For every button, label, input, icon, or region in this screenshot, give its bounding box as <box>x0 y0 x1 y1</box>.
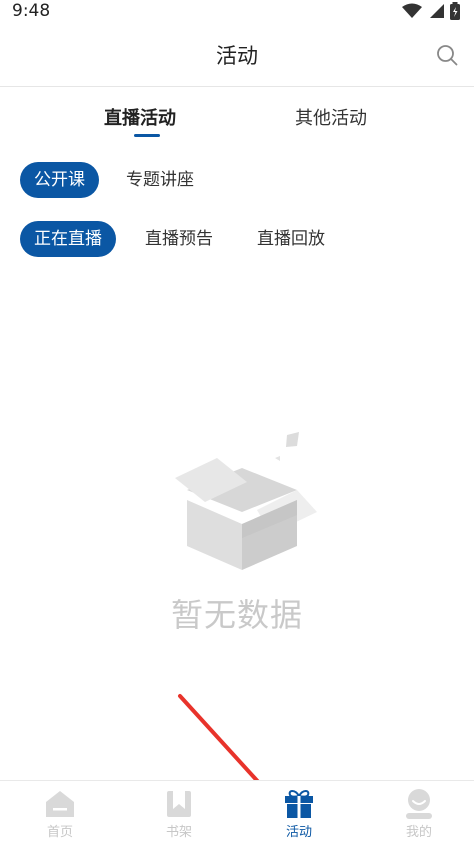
tab-live-activities[interactable]: 直播活动 <box>104 104 176 130</box>
empty-state-text: 暂无数据 <box>170 596 303 634</box>
tab-other-activities[interactable]: 其他活动 <box>295 104 367 130</box>
battery-icon <box>450 2 460 20</box>
search-icon[interactable] <box>436 44 458 66</box>
nav-bookshelf[interactable]: 书架 <box>139 787 219 841</box>
filter-live-now[interactable]: 正在直播 <box>20 221 116 257</box>
user-icon <box>406 789 432 819</box>
bookmark-icon <box>167 791 191 817</box>
nav-bookshelf-label: 书架 <box>165 825 192 840</box>
empty-state: 暂无数据 <box>0 420 474 640</box>
tab-active-indicator <box>134 134 160 137</box>
page-title: 活动 <box>216 44 258 68</box>
status-bar: 9:48 <box>0 0 474 24</box>
nav-home-label: 首页 <box>46 825 73 840</box>
app-header: 活动 <box>0 24 474 87</box>
nav-mine[interactable]: 我的 <box>379 787 459 841</box>
gift-icon <box>285 790 313 818</box>
nav-activities-label: 活动 <box>285 825 312 840</box>
home-icon <box>46 791 74 817</box>
signal-icon <box>430 4 444 18</box>
wifi-icon <box>402 3 422 18</box>
nav-mine-label: 我的 <box>405 825 432 840</box>
filter-live-replay[interactable]: 直播回放 <box>243 221 339 257</box>
nav-activities[interactable]: 活动 <box>259 787 339 841</box>
nav-home[interactable]: 首页 <box>20 787 100 841</box>
status-time: 9:48 <box>12 1 51 21</box>
status-icons <box>402 2 460 20</box>
empty-box-icon <box>175 432 317 570</box>
filter-open-class[interactable]: 公开课 <box>20 162 99 198</box>
filter-live-preview[interactable]: 直播预告 <box>131 221 227 257</box>
bottom-navigation: 首页 书架 活动 我的 <box>0 780 474 841</box>
activity-tabs: 直播活动 其他活动 <box>0 92 474 142</box>
filter-special-lecture[interactable]: 专题讲座 <box>112 162 208 198</box>
